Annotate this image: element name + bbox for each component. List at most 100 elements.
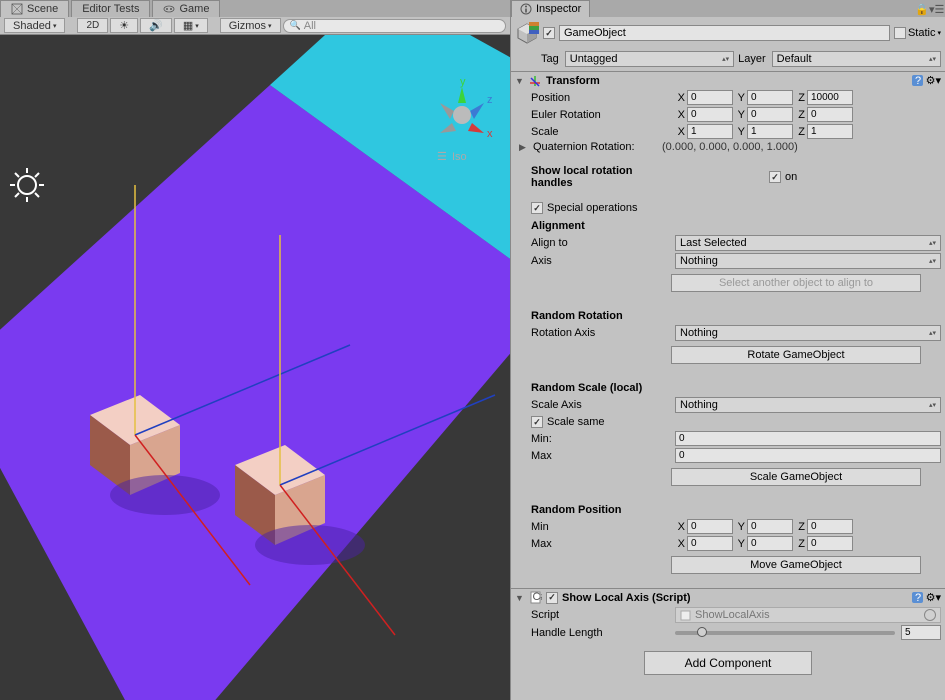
gameobject-enabled-checkbox[interactable]: [543, 27, 555, 39]
posmax-x-input[interactable]: [687, 536, 733, 551]
toggle-lighting[interactable]: ☀: [110, 18, 138, 33]
posmin-y-input[interactable]: [747, 519, 793, 534]
posmin-z-input[interactable]: [807, 519, 853, 534]
scale-max-label: Max: [531, 450, 671, 462]
euler-y-input[interactable]: [747, 107, 793, 122]
script-reference-field[interactable]: ShowLocalAxis: [675, 607, 941, 623]
euler-z-input[interactable]: [807, 107, 853, 122]
settings-gear-icon[interactable]: ⚙▾: [926, 591, 941, 604]
scale-x-input[interactable]: [687, 124, 733, 139]
layer-dropdown[interactable]: Default▴▾: [772, 51, 941, 67]
scale-y-input[interactable]: [747, 124, 793, 139]
audio-icon: 🔊: [149, 19, 163, 32]
settings-gear-icon[interactable]: ⚙▾: [926, 74, 941, 87]
handles-on-label: on: [785, 171, 797, 183]
handle-length-label: Handle Length: [531, 627, 671, 639]
scale-axis-label: Scale Axis: [531, 399, 671, 411]
shading-dropdown[interactable]: Shaded▾: [4, 18, 65, 33]
toggle-audio[interactable]: 🔊: [140, 18, 172, 33]
showlocalaxis-header[interactable]: ▼ C# Show Local Axis (Script) ? ⚙▾: [511, 589, 945, 606]
tab-editor-tests[interactable]: Editor Tests: [71, 0, 150, 17]
svg-text:C#: C#: [533, 591, 543, 603]
component-showlocalaxis: ▼ C# Show Local Axis (Script) ? ⚙▾ Scrip…: [511, 588, 945, 641]
posmin-x-input[interactable]: [687, 519, 733, 534]
tab-scene[interactable]: Scene: [0, 0, 69, 17]
align-to-label: Align to: [531, 237, 671, 249]
game-icon: [163, 3, 175, 15]
scene-tab-bar: Scene Editor Tests Game: [0, 0, 510, 17]
posmax-z-input[interactable]: [807, 536, 853, 551]
scale-max-input[interactable]: [675, 448, 941, 463]
svg-text:☰: ☰: [437, 151, 447, 163]
object-picker-icon[interactable]: [924, 609, 936, 621]
position-x-input[interactable]: [687, 90, 733, 105]
scene-toolbar: Shaded▾ 2D ☀ 🔊 ▦▾ Gizmos▾ 🔍 All: [0, 17, 510, 35]
select-align-object-button[interactable]: Select another object to align to: [671, 274, 921, 292]
scale-min-label: Min:: [531, 433, 671, 445]
random-scale-title: Random Scale (local): [511, 378, 945, 396]
handle-length-input[interactable]: [901, 625, 941, 640]
tag-layer-row: Tag Untagged▴▾ Layer Default▴▾: [511, 49, 945, 71]
move-gameobject-button[interactable]: Move GameObject: [671, 556, 921, 574]
sun-light-icon[interactable]: [10, 168, 44, 202]
scale-same-checkbox[interactable]: [531, 416, 543, 428]
svg-text:z: z: [487, 94, 493, 106]
posmax-y-input[interactable]: [747, 536, 793, 551]
foldout-icon[interactable]: ▼: [515, 76, 525, 86]
help-icon[interactable]: ?: [911, 74, 924, 87]
scale-axis-dropdown[interactable]: Nothing▴▾: [675, 397, 941, 413]
fx-icon: ▦: [183, 19, 193, 32]
scene-search[interactable]: 🔍 All: [283, 19, 506, 33]
scale-z-input[interactable]: [807, 124, 853, 139]
transform-header[interactable]: ▼ Transform ? ⚙▾: [511, 72, 945, 89]
gameobject-name-input[interactable]: [559, 25, 890, 41]
euler-x-input[interactable]: [687, 107, 733, 122]
transform-icon: [529, 74, 542, 87]
quat-label: Quaternion Rotation:: [533, 141, 658, 153]
rotation-axis-dropdown[interactable]: Nothing▴▾: [675, 325, 941, 341]
toggle-2d[interactable]: 2D: [77, 18, 108, 33]
svg-text:?: ?: [915, 592, 921, 604]
static-dropdown-arrow[interactable]: ▾: [937, 29, 941, 37]
script-icon: C#: [529, 591, 542, 604]
quat-foldout-icon[interactable]: ▶: [519, 142, 529, 153]
inspector-content: Static ▾ Tag Untagged▴▾ Layer Default▴▾ …: [511, 17, 945, 700]
scale-gameobject-button[interactable]: Scale GameObject: [671, 468, 921, 486]
static-label: Static: [908, 27, 936, 39]
lock-icon[interactable]: 🔒: [915, 3, 927, 15]
align-axis-dropdown[interactable]: Nothing▴▾: [675, 253, 941, 269]
position-z-input[interactable]: [807, 90, 853, 105]
panel-menu-icon[interactable]: ▾☰: [929, 3, 941, 15]
add-component-button[interactable]: Add Component: [644, 651, 813, 675]
rotate-gameobject-button[interactable]: Rotate GameObject: [671, 346, 921, 364]
foldout-icon[interactable]: ▼: [515, 593, 525, 603]
showlocalaxis-title: Show Local Axis (Script): [562, 592, 907, 604]
tag-dropdown[interactable]: Untagged▴▾: [565, 51, 734, 67]
tab-inspector[interactable]: Inspector: [511, 0, 590, 17]
scene-panel: Scene Editor Tests Game Shaded▾ 2D ☀ 🔊 ▦…: [0, 0, 510, 700]
script-field-label: Script: [531, 609, 671, 621]
scene-viewport[interactable]: y z x ☰ Iso: [0, 35, 510, 700]
gizmos-dropdown[interactable]: Gizmos▾: [220, 18, 281, 33]
tab-editor-tests-label: Editor Tests: [82, 3, 139, 15]
tab-game[interactable]: Game: [152, 0, 220, 17]
special-ops-checkbox[interactable]: [531, 202, 543, 214]
transform-title: Transform: [546, 75, 907, 87]
slider-thumb[interactable]: [697, 627, 707, 637]
toggle-fx[interactable]: ▦▾: [174, 18, 208, 33]
random-position-title: Random Position: [511, 500, 945, 518]
position-y-input[interactable]: [747, 90, 793, 105]
inspector-icon: [520, 3, 532, 15]
script-enabled-checkbox[interactable]: [546, 592, 558, 604]
help-icon[interactable]: ?: [911, 591, 924, 604]
static-checkbox[interactable]: [894, 27, 906, 39]
tab-scene-label: Scene: [27, 3, 58, 15]
svg-text:y: y: [460, 76, 466, 88]
align-to-dropdown[interactable]: Last Selected▴▾: [675, 235, 941, 251]
scale-min-input[interactable]: [675, 431, 941, 446]
pos-min-label: Min: [531, 521, 671, 533]
handle-length-slider[interactable]: [675, 631, 895, 635]
show-handles-label: Show local rotation handles: [531, 165, 671, 189]
svg-text:Iso: Iso: [452, 151, 467, 163]
show-handles-checkbox[interactable]: [769, 171, 781, 183]
